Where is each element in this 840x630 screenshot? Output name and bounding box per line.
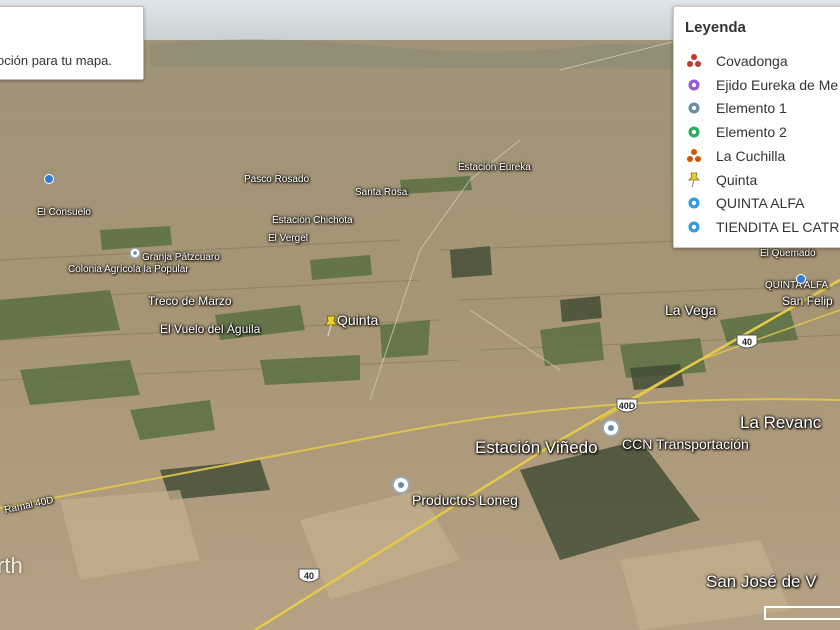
legend-item[interactable]: Elemento 1 — [686, 98, 787, 118]
gray-blue-pin-icon — [687, 101, 701, 115]
legend-item[interactable]: Covadonga — [686, 51, 788, 71]
legend-item[interactable]: Elemento 2 — [686, 122, 787, 142]
place-label-la-revancha[interactable]: La Revanc — [740, 413, 821, 433]
legend-item-label: Ejido Eureka de Me — [716, 77, 839, 93]
legend-title: Leyenda — [685, 19, 746, 36]
place-label-estacion-chichota[interactable]: Estación Chichota — [272, 215, 353, 226]
left-marker-icon[interactable] — [44, 174, 54, 184]
ccn-transportacion-pin-icon[interactable] — [602, 419, 620, 437]
quinta-alfa-marker-icon[interactable] — [796, 274, 806, 284]
green-pin-icon — [687, 125, 701, 139]
legend-item-label: QUINTA ALFA — [716, 195, 805, 211]
place-label-san-felipe[interactable]: San Felip — [782, 294, 833, 308]
legend-item[interactable]: QUINTA ALFA — [686, 193, 804, 213]
place-label-la-vega[interactable]: La Vega — [665, 302, 716, 318]
triad-orange-icon — [687, 149, 701, 162]
place-label-granja[interactable]: Granja Pátzcuaro — [142, 252, 220, 263]
productos-loneg-pin-icon[interactable] — [392, 476, 410, 494]
place-label-productos-loneg[interactable]: Productos Loneg — [412, 492, 518, 508]
legend-item-label: La Cuchilla — [716, 148, 786, 164]
place-label-san-jose[interactable]: San José de V — [706, 572, 817, 592]
legend-item-label: Covadonga — [716, 53, 788, 69]
legend-item[interactable]: Quinta — [686, 170, 757, 190]
blue-pin-icon — [687, 196, 701, 210]
granja-pin-icon[interactable] — [129, 247, 141, 259]
place-label-trece-de-marzo[interactable]: Treco de Marzo — [148, 294, 232, 308]
highway-shield-40-south: 40 — [298, 568, 320, 586]
highway-shield-40d: 40D — [616, 398, 638, 413]
legend-item-label: Quinta — [716, 172, 758, 188]
watermark-text: rth — [0, 553, 23, 578]
legend-item-label: Elemento 2 — [716, 124, 787, 140]
place-label-estacion-vinedo[interactable]: Estación Viñedo — [475, 438, 598, 458]
blue-pin-icon — [687, 220, 701, 234]
place-label-estacion-eureka[interactable]: Estación Eureka — [458, 162, 531, 173]
purple-pin-icon — [687, 78, 701, 92]
place-label-pasco[interactable]: Pasco Rosado — [244, 174, 309, 185]
legend-item-label: Elemento 1 — [716, 100, 787, 116]
legend-item-label: TIENDITA EL CATR — [716, 219, 840, 235]
triad-red-icon — [687, 54, 701, 67]
place-label-ccn-transportacion[interactable]: CCN Transportación — [622, 436, 749, 452]
legend-item[interactable]: La Cuchilla — [686, 146, 785, 166]
place-label-el-consuelo[interactable]: El Consuelo — [37, 207, 91, 218]
highway-shield-40-east: 40 — [736, 334, 758, 352]
legend-item[interactable]: Ejido Eureka de Me — [686, 75, 838, 95]
quinta-pushpin-icon[interactable] — [322, 314, 340, 338]
place-label-quinta[interactable]: Quinta — [337, 312, 378, 328]
place-label-colonia-agricola[interactable]: Colonia Agrícola la Popular — [68, 264, 189, 275]
place-label-el-vuelo-del-aguila[interactable]: El Vuelo del Águila — [160, 322, 260, 336]
scale-bar — [764, 606, 840, 620]
info-popup[interactable]: oción para tu mapa. — [0, 6, 144, 80]
place-label-el-quemado[interactable]: El Quemado — [760, 248, 816, 259]
place-label-el-vergel[interactable]: El Vergel — [268, 233, 308, 244]
legend-panel: Leyenda Covadonga Ejido Eureka de Me Eleme… — [673, 6, 840, 248]
place-label-santa-rosa[interactable]: Santa Rosa — [355, 187, 407, 198]
info-popup-text: oción para tu mapa. — [0, 53, 112, 68]
legend-item[interactable]: TIENDITA EL CATR — [686, 217, 839, 237]
yellow-pushpin-icon — [688, 172, 700, 188]
